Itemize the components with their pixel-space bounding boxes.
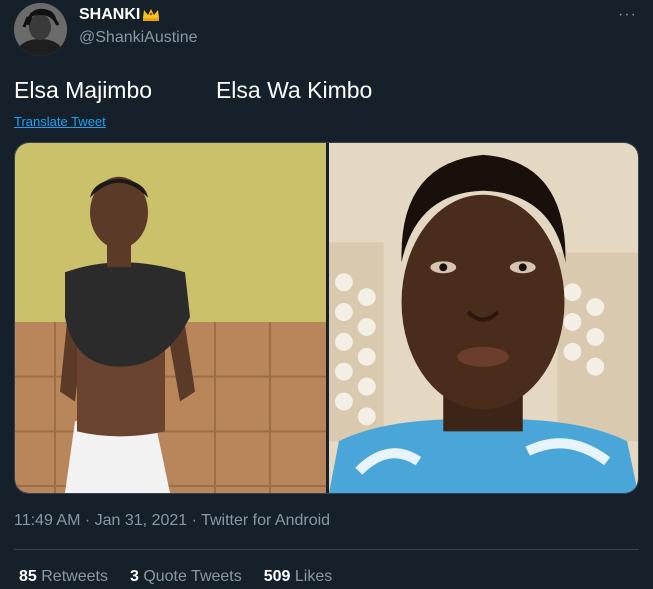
meta-separator: · xyxy=(187,512,202,529)
tweet-time[interactable]: 11:49 AM xyxy=(14,512,80,529)
crown-icon xyxy=(142,8,160,22)
author-name-text: SHANKI xyxy=(79,6,141,23)
tweet-media[interactable] xyxy=(14,142,639,494)
avatar[interactable] xyxy=(14,3,67,56)
quote-tweets-stat[interactable]: 3 Quote Tweets xyxy=(130,568,242,586)
translate-tweet-link[interactable]: Translate Tweet xyxy=(14,114,106,129)
author-handle[interactable]: @ShankiAustine xyxy=(79,29,198,47)
tweet-meta: 11:49 AM · Jan 31, 2021 · Twitter for An… xyxy=(14,512,330,530)
likes-label: Likes xyxy=(294,568,333,585)
retweets-stat[interactable]: 85 Retweets xyxy=(19,568,108,586)
meta-separator: · xyxy=(80,512,95,529)
photo-right[interactable] xyxy=(329,143,638,493)
avatar-image xyxy=(14,3,67,56)
tweet-date[interactable]: Jan 31, 2021 xyxy=(95,512,188,529)
quote-tweets-label: Quote Tweets xyxy=(143,568,242,585)
quote-tweets-count: 3 xyxy=(129,568,139,585)
tweet-source[interactable]: Twitter for Android xyxy=(201,512,330,529)
divider xyxy=(14,549,639,550)
photo-left[interactable] xyxy=(15,143,326,493)
more-options-icon[interactable]: ··· xyxy=(618,6,637,24)
tweet-stats: 85 Retweets 3 Quote Tweets 509 Likes xyxy=(19,568,332,586)
likes-stat[interactable]: 509 Likes xyxy=(264,568,333,586)
retweets-count: 85 xyxy=(19,568,37,585)
likes-count: 509 xyxy=(263,568,291,585)
tweet-text: Elsa Majimbo Elsa Wa Kimbo xyxy=(14,77,373,103)
author-display-name[interactable]: SHANKI xyxy=(79,6,160,24)
retweets-label: Retweets xyxy=(41,568,108,585)
